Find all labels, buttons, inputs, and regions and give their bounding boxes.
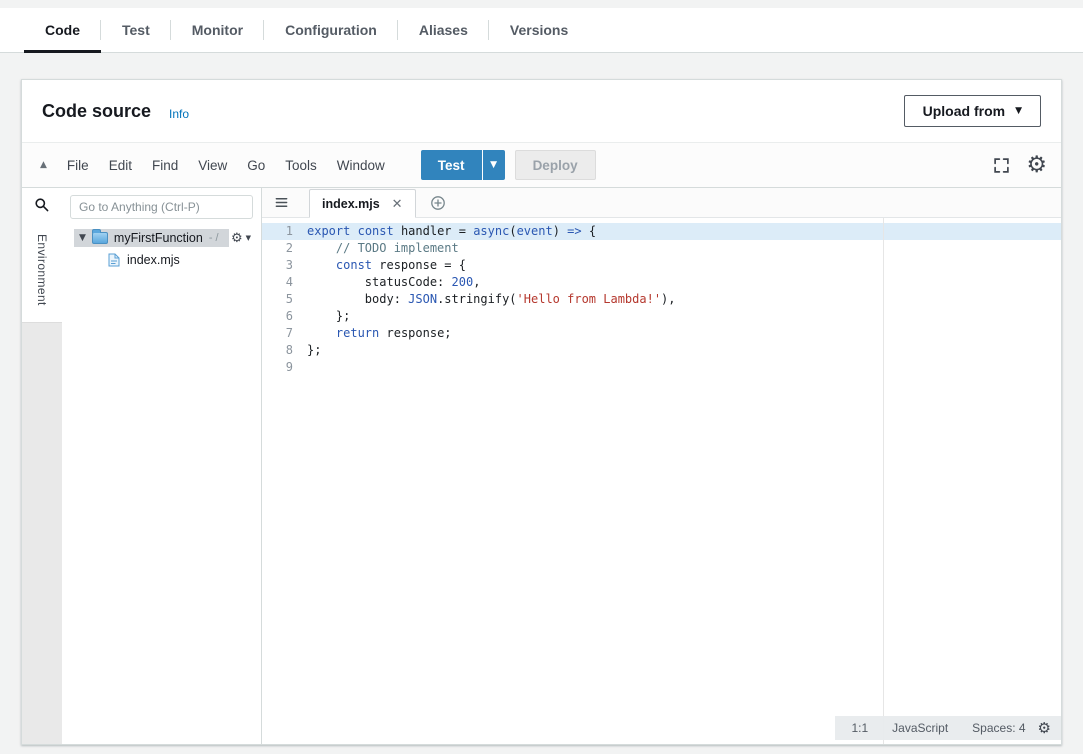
info-link[interactable]: Info (169, 107, 189, 121)
chevron-down-icon: ▼ (246, 234, 251, 242)
test-button-group: Test ▼ (421, 150, 505, 180)
code-line[interactable]: 5 body: JSON.stringify('Hello from Lambd… (262, 291, 1061, 308)
editor-toolbar: ▲ File Edit Find View Go Tools Window Te… (22, 142, 1061, 188)
file-label: index.mjs (127, 253, 180, 267)
editor-tab-bar: index.mjs ✕ (262, 188, 1061, 218)
tab-aliases[interactable]: Aliases (398, 8, 489, 52)
code-line[interactable]: 6 }; (262, 308, 1061, 325)
test-dropdown-button[interactable]: ▼ (482, 150, 505, 180)
close-tab-icon[interactable]: ✕ (392, 196, 403, 212)
code-text: body: JSON.stringify('Hello from Lambda!… (307, 291, 676, 308)
file-icon (108, 253, 120, 267)
tree-row-file[interactable]: index.mjs (62, 249, 261, 271)
sidebar-collapsed-area (22, 322, 62, 744)
tab-configuration[interactable]: Configuration (264, 8, 398, 52)
editor-tab-label: index.mjs (322, 197, 380, 211)
line-number: 6 (262, 308, 307, 325)
cursor-position[interactable]: 1:1 (839, 720, 880, 737)
toolbar-right-icons: ⚙ (993, 154, 1047, 177)
code-text: const response = { (307, 257, 466, 274)
code-text: export const handler = async(event) => { (307, 223, 596, 240)
code-line[interactable]: 7 return response; (262, 325, 1061, 342)
fullscreen-button[interactable] (993, 157, 1010, 174)
code-line[interactable]: 4 statusCode: 200, (262, 274, 1061, 291)
code-editor[interactable]: 1export const handler = async(event) => … (262, 218, 1061, 744)
gear-icon: ⚙ (231, 232, 243, 245)
chevron-down-icon: ▼ (1015, 107, 1022, 116)
menu-edit[interactable]: Edit (99, 158, 142, 173)
menu-view[interactable]: View (188, 158, 237, 173)
code-line[interactable]: 8}; (262, 342, 1061, 359)
language-mode[interactable]: JavaScript (880, 720, 960, 737)
code-source-panel: Code source Info Upload from ▼ ▲ File Ed… (21, 79, 1062, 745)
page-title: Code source (42, 101, 151, 122)
new-tab-button[interactable] (430, 195, 446, 211)
code-line[interactable]: 2 // TODO implement (262, 240, 1061, 257)
function-tabs: Code Test Monitor Configuration Aliases … (0, 8, 1083, 53)
test-button[interactable]: Test (421, 150, 482, 180)
file-tree-panel: ▼ myFirstFunction - / ⚙ ▼ index.mjs (62, 188, 262, 744)
tab-code[interactable]: Code (24, 8, 101, 52)
line-number: 9 (262, 359, 307, 376)
code-line[interactable]: 3 const response = { (262, 257, 1061, 274)
status-settings-button[interactable]: ⚙ (1038, 721, 1051, 736)
line-number: 8 (262, 342, 307, 359)
folder-label: myFirstFunction (114, 231, 203, 245)
line-number: 3 (262, 257, 307, 274)
deploy-button[interactable]: Deploy (515, 150, 596, 180)
editor-settings-button[interactable]: ⚙ (1026, 154, 1047, 177)
tab-test[interactable]: Test (101, 8, 171, 52)
tab-list-icon (274, 195, 289, 210)
tab-monitor[interactable]: Monitor (171, 8, 264, 52)
collapse-toolbar-icon[interactable]: ▲ (36, 160, 57, 170)
folder-icon (92, 232, 108, 244)
code-text: }; (307, 308, 350, 325)
code-line[interactable]: 1export const handler = async(event) => … (262, 223, 1061, 240)
upload-from-label: Upload from (923, 103, 1005, 119)
editor-workspace: Environment ▼ myFirstFunction - / ⚙ ▼ (22, 188, 1061, 744)
upload-from-button[interactable]: Upload from ▼ (904, 95, 1041, 127)
menu-window[interactable]: Window (327, 158, 395, 173)
editor-status-bar: 1:1 JavaScript Spaces: 4 ⚙ (835, 716, 1061, 740)
line-number: 7 (262, 325, 307, 342)
code-text: statusCode: 200, (307, 274, 480, 291)
line-number: 2 (262, 240, 307, 257)
tree-settings-button[interactable]: ⚙ ▼ (231, 232, 251, 245)
tree-row-folder[interactable]: ▼ myFirstFunction - / ⚙ ▼ (62, 227, 261, 249)
chevron-down-icon: ▼ (490, 161, 497, 170)
code-text: return response; (307, 325, 452, 342)
menu-find[interactable]: Find (142, 158, 188, 173)
search-icon (34, 197, 50, 213)
editor-tab-indexmjs[interactable]: index.mjs ✕ (309, 189, 416, 218)
tab-versions[interactable]: Versions (489, 8, 589, 52)
code-text: // TODO implement (307, 240, 459, 257)
go-to-anything-input[interactable] (70, 195, 253, 219)
line-number: 5 (262, 291, 307, 308)
tab-list-button[interactable] (274, 195, 289, 210)
print-margin (883, 218, 884, 744)
panel-header: Code source Info Upload from ▼ (22, 80, 1061, 142)
tree-collapse-icon[interactable]: ▼ (79, 233, 86, 243)
code-text: }; (307, 342, 321, 359)
menu-go[interactable]: Go (237, 158, 275, 173)
line-number: 1 (262, 223, 307, 240)
selected-tree-item[interactable]: ▼ myFirstFunction - / (74, 229, 229, 247)
plus-icon (430, 195, 446, 211)
editor-pane: index.mjs ✕ 1export const handler = asyn… (262, 188, 1061, 744)
folder-path-suffix: - / (209, 232, 219, 244)
code-line[interactable]: 9 (262, 359, 1061, 376)
sidebar-search-button[interactable] (22, 188, 62, 222)
gear-icon: ⚙ (1026, 154, 1047, 177)
environment-tab[interactable]: Environment (35, 222, 49, 322)
tab-size[interactable]: Spaces: 4 (960, 720, 1037, 737)
fullscreen-icon (993, 157, 1010, 174)
line-number: 4 (262, 274, 307, 291)
menu-tools[interactable]: Tools (275, 158, 327, 173)
left-icon-strip: Environment (22, 188, 62, 744)
menu-file[interactable]: File (57, 158, 99, 173)
